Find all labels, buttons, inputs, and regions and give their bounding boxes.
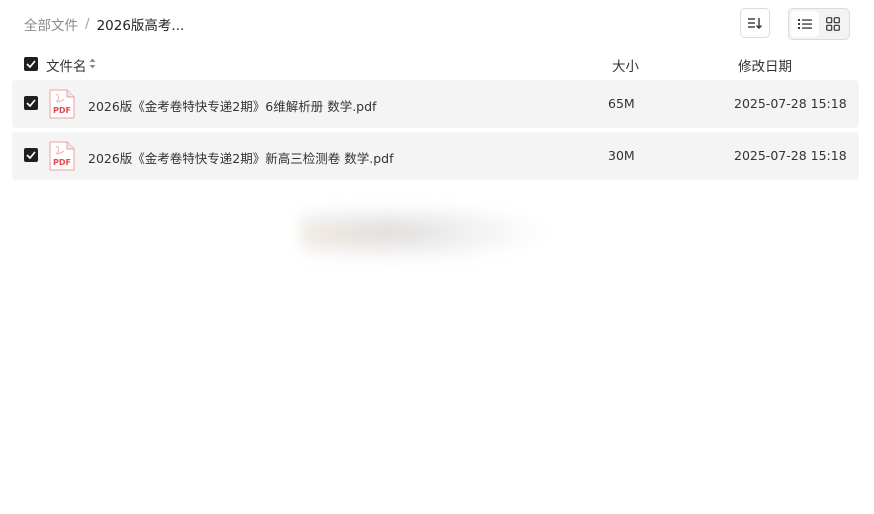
blurred-overlay-artifact bbox=[300, 208, 560, 268]
row-checkbox[interactable] bbox=[24, 148, 38, 162]
column-header-name[interactable]: 文件名 bbox=[46, 55, 87, 75]
table-row[interactable]: PDF 2026版《金考卷特快专递2期》新高三检测卷 数学.pdf 30M 20… bbox=[12, 132, 859, 180]
breadcrumb: 全部文件 / 2026版高考... bbox=[24, 14, 184, 34]
sort-arrows-icon[interactable] bbox=[89, 58, 96, 69]
list-view-icon bbox=[798, 19, 812, 29]
pdf-file-icon: PDF bbox=[49, 89, 75, 119]
row-checkbox[interactable] bbox=[24, 96, 38, 110]
view-toggle bbox=[788, 8, 850, 40]
select-all-checkbox[interactable] bbox=[24, 57, 38, 71]
svg-text:PDF: PDF bbox=[53, 106, 71, 115]
svg-text:PDF: PDF bbox=[53, 158, 71, 167]
file-modified-date: 2025-07-28 15:18 bbox=[734, 96, 847, 111]
sort-icon bbox=[748, 18, 762, 29]
checkmark-icon bbox=[26, 99, 36, 107]
file-size: 30M bbox=[608, 148, 635, 163]
breadcrumb-separator: / bbox=[85, 16, 90, 32]
pdf-file-icon: PDF bbox=[49, 141, 75, 171]
grid-view-button[interactable] bbox=[819, 11, 847, 37]
grid-view-icon bbox=[826, 17, 840, 31]
sort-button[interactable] bbox=[740, 8, 770, 38]
table-header: 文件名 大小 修改日期 bbox=[0, 52, 874, 76]
breadcrumb-root-link[interactable]: 全部文件 bbox=[24, 14, 78, 34]
table-row[interactable]: PDF 2026版《金考卷特快专递2期》6维解析册 数学.pdf 65M 202… bbox=[12, 80, 859, 128]
file-size: 65M bbox=[608, 96, 635, 111]
file-name[interactable]: 2026版《金考卷特快专递2期》新高三检测卷 数学.pdf bbox=[88, 148, 393, 167]
column-header-size: 大小 bbox=[612, 59, 639, 75]
column-header-date: 修改日期 bbox=[738, 59, 792, 75]
checkmark-icon bbox=[26, 60, 36, 68]
file-modified-date: 2025-07-28 15:18 bbox=[734, 148, 847, 163]
file-name[interactable]: 2026版《金考卷特快专递2期》6维解析册 数学.pdf bbox=[88, 96, 376, 115]
breadcrumb-current: 2026版高考... bbox=[96, 18, 185, 34]
file-browser: 全部文件 / 2026版高考... 文件名 大小 修改日期 PDF 2026版《… bbox=[0, 0, 874, 514]
list-view-button[interactable] bbox=[791, 11, 819, 37]
checkmark-icon bbox=[26, 151, 36, 159]
